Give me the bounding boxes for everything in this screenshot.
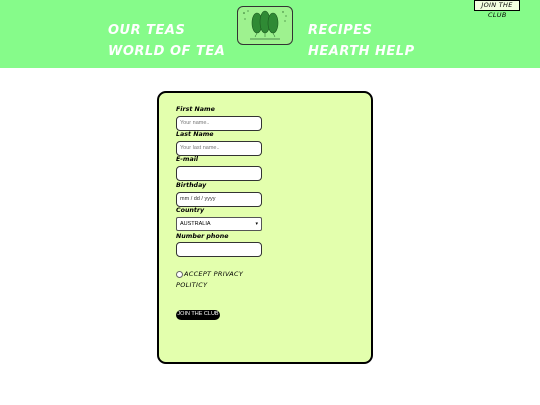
privacy-checkbox[interactable] <box>176 270 183 278</box>
nav-hearth-help[interactable]: HEARTH HELP <box>308 44 415 59</box>
birthday-input[interactable]: mm / dd / yyyy <box>176 192 262 207</box>
country-value: AUSTRALIA <box>180 221 211 227</box>
privacy-consent: ACCEPT PRIVACY POLITICY <box>176 269 266 291</box>
first-name-label: First Name <box>176 106 215 113</box>
nav-recipes[interactable]: RECIPES <box>308 23 373 38</box>
email-label: E-mail <box>176 156 199 163</box>
nav-our-teas[interactable]: OUR TEAS <box>108 23 185 38</box>
country-select[interactable]: AUSTRALIA ▾ <box>176 217 262 231</box>
last-name-input[interactable]: Your last name.. <box>176 141 262 156</box>
tea-leaves-icon <box>243 10 287 40</box>
join-club-button[interactable]: JOIN THE <box>474 0 520 11</box>
signup-form: First Name Your name.. Last Name Your la… <box>157 91 373 364</box>
phone-label: Number phone <box>176 233 229 240</box>
logo[interactable] <box>237 6 293 45</box>
first-name-input[interactable]: Your name.. <box>176 116 262 131</box>
join-the-club-button[interactable]: JOIN THE CLUB <box>176 310 220 320</box>
country-label: Country <box>176 207 205 214</box>
nav-world-of-tea[interactable]: WORLD OF TEA <box>108 44 225 59</box>
chevron-down-icon: ▾ <box>255 221 258 227</box>
phone-input[interactable] <box>176 242 262 257</box>
privacy-label: ACCEPT PRIVACY POLITICY <box>176 270 244 289</box>
header-bar: OUR TEAS WORLD OF TEA RECIPES HEARTH HEL… <box>0 0 540 68</box>
last-name-label: Last Name <box>176 131 214 138</box>
birthday-label: Birthday <box>176 182 207 189</box>
join-club-button-label[interactable]: CLUB <box>488 11 507 19</box>
email-input[interactable] <box>176 166 262 181</box>
